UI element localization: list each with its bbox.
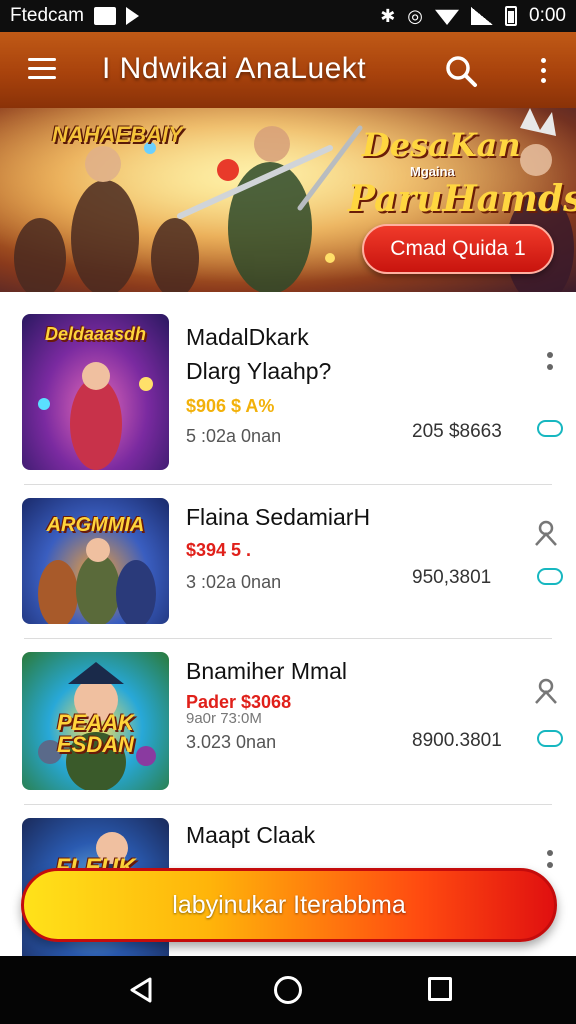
game-subtitle: Dlarg Ylaahp? — [186, 358, 332, 384]
game-meta: 5 :02a 0nan — [186, 426, 282, 446]
more-vert-icon[interactable] — [530, 54, 558, 88]
hero-banner[interactable]: NAHAEBAIY DesaKan Mgaina ParuHamds Cmad … — [0, 108, 576, 292]
game-count: 8900.3801 — [412, 730, 502, 751]
game-title: Bnamiher Mmal — [186, 658, 348, 684]
more-vert-icon[interactable] — [545, 352, 555, 382]
carrier-label: Ftedcam — [10, 5, 84, 26]
battery-icon — [505, 6, 518, 26]
hero-title-line-2: Mgaina — [410, 164, 455, 179]
divider — [24, 638, 552, 639]
hero-logo: NAHAEBAIY — [52, 122, 183, 147]
toggle-icon[interactable] — [537, 420, 563, 437]
game-meta: 3 :02a 0nan — [186, 572, 282, 592]
game-thumbnail: Deldaaasdh — [22, 314, 169, 470]
list-item[interactable]: ARGMMIA Flaina SedamiarH $394 5 . 3 :02a… — [0, 498, 576, 658]
recents-icon[interactable] — [428, 977, 452, 1001]
play-store-icon — [125, 7, 139, 25]
game-price: $394 5 . — [186, 540, 252, 560]
primary-cta-button[interactable]: labyinukar Iterabbma — [21, 868, 557, 942]
menu-icon[interactable] — [28, 58, 56, 80]
game-price-note: 9a0r 73:0M — [186, 710, 262, 727]
game-title: Maapt Claak — [186, 822, 316, 848]
alarm-icon: ◎ — [407, 6, 424, 26]
search-icon[interactable] — [444, 54, 478, 88]
game-count: 950,3801 — [412, 567, 492, 588]
person-icon[interactable] — [534, 678, 558, 704]
clock: 0:00 — [529, 5, 566, 26]
game-title: MadalDkark — [186, 324, 309, 350]
image-icon — [93, 7, 116, 25]
game-title: Flaina SedamiarH — [186, 504, 371, 530]
game-price: $906 $ A% — [186, 396, 275, 416]
wifi-icon — [435, 9, 460, 25]
person-icon[interactable] — [534, 520, 558, 546]
thumbnail-logo: ARGMMIA — [46, 514, 145, 536]
bluetooth-icon: ✱ — [380, 6, 396, 26]
game-list: Deldaaasdh MadalDkark Dlarg Ylaahp? $906… — [0, 292, 576, 956]
app-bar: I Ndwikai AnaLuekt — [0, 32, 576, 108]
system-nav-bar — [0, 956, 576, 1024]
list-item[interactable]: PEAAK ESDAN Bnamiher Mmal Pader $3068 9a… — [0, 652, 576, 812]
toggle-icon[interactable] — [537, 730, 563, 747]
app-title: I Ndwikai AnaLuekt — [102, 52, 367, 85]
game-thumbnail: PEAAK ESDAN — [22, 652, 169, 790]
toggle-icon[interactable] — [537, 568, 563, 585]
home-icon[interactable] — [274, 976, 302, 1004]
divider — [24, 484, 552, 485]
status-bar: Ftedcam ✱ ◎ 0:00 — [0, 0, 576, 32]
signal-icon — [471, 7, 494, 25]
hero-title-line-1: DesaKan — [362, 126, 521, 164]
game-count: 205 $8663 — [412, 421, 502, 442]
back-icon[interactable] — [128, 976, 154, 1004]
more-vert-icon[interactable] — [545, 850, 555, 880]
list-item[interactable]: Deldaaasdh MadalDkark Dlarg Ylaahp? $906… — [0, 314, 576, 474]
divider — [24, 804, 552, 805]
app-screen: Ftedcam ✱ ◎ 0:00 I Ndwikai AnaLuekt NAHA… — [0, 0, 576, 1024]
hero-cta-button[interactable]: Cmad Quida 1 — [362, 224, 554, 274]
game-thumbnail: ARGMMIA — [22, 498, 169, 624]
thumbnail-logo: PEAAK ESDAN — [56, 712, 134, 756]
hero-title-line-3: ParuHamds — [348, 178, 576, 220]
game-meta: 3.023 0nan — [186, 732, 277, 752]
